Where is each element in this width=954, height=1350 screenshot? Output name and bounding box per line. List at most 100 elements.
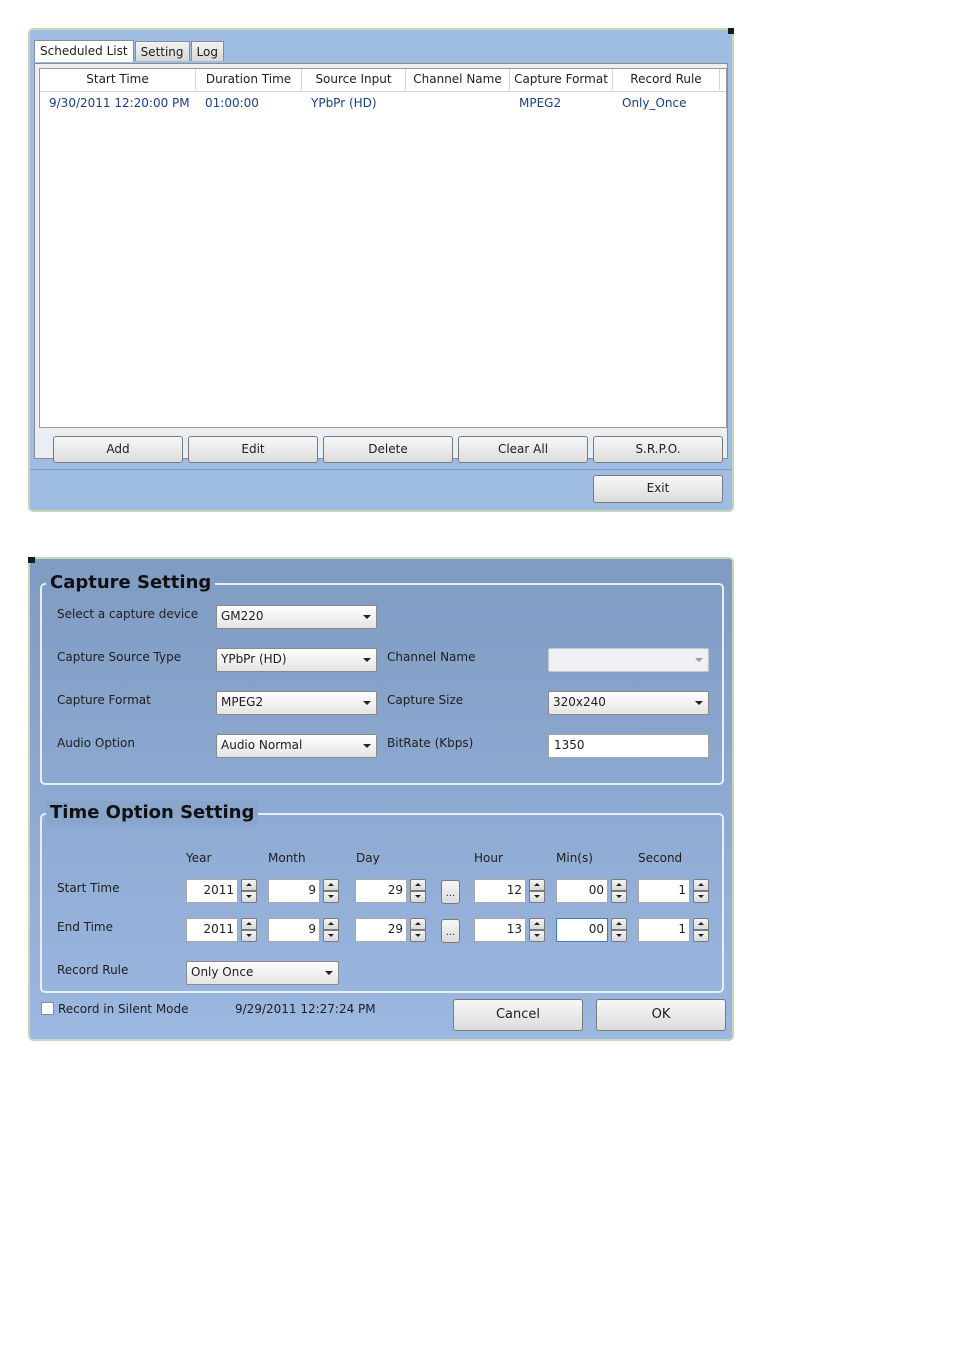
spin-up-icon[interactable]	[323, 918, 339, 930]
start-day-input[interactable]: 29	[355, 879, 407, 903]
column-header-start-time[interactable]: Start Time	[40, 69, 196, 90]
start-month-input[interactable]: 9	[268, 879, 320, 903]
spin-up-icon[interactable]	[611, 879, 627, 891]
silent-mode-label: Record in Silent Mode	[58, 1002, 189, 1016]
end-second-input[interactable]: 1	[638, 918, 690, 942]
start-hour-spinner	[529, 879, 545, 903]
spin-down-icon[interactable]	[241, 891, 257, 903]
table-row[interactable]: 9/30/2011 12:20:00 PM 01:00:00 YPbPr (HD…	[40, 92, 726, 114]
end-day-input[interactable]: 29	[355, 918, 407, 942]
end-year-spinner	[241, 918, 257, 942]
tab-setting[interactable]: Setting	[134, 41, 190, 61]
start-second-input[interactable]: 1	[638, 879, 690, 903]
record-rule-label: Record Rule	[57, 963, 129, 977]
spin-down-icon[interactable]	[693, 930, 709, 942]
end-year-input[interactable]: 2011	[186, 918, 238, 942]
column-header-channel-name[interactable]: Channel Name	[406, 69, 510, 90]
spin-down-icon[interactable]	[529, 930, 545, 942]
capture-format-select[interactable]: MPEG2	[216, 691, 377, 715]
srpo-button[interactable]: S.R.P.O.	[593, 436, 723, 463]
column-header-capture-format[interactable]: Capture Format	[510, 69, 613, 90]
end-month-input[interactable]: 9	[268, 918, 320, 942]
bitrate-input[interactable]: 1350	[548, 734, 709, 758]
start-month-spinner	[323, 879, 339, 903]
spin-up-icon[interactable]	[529, 918, 545, 930]
start-hour-input[interactable]: 12	[474, 879, 526, 903]
chevron-down-icon	[695, 701, 703, 705]
column-header-source-input[interactable]: Source Input	[302, 69, 406, 90]
spin-up-icon[interactable]	[410, 879, 426, 891]
delete-button[interactable]: Delete	[323, 436, 453, 463]
spin-down-icon[interactable]	[611, 891, 627, 903]
clear-all-button[interactable]: Clear All	[458, 436, 588, 463]
end-minute-input[interactable]: 00	[556, 918, 608, 942]
spin-up-icon[interactable]	[529, 879, 545, 891]
capture-source-type-label: Capture Source Type	[57, 650, 182, 664]
capture-source-type-select[interactable]: YPbPr (HD)	[216, 648, 377, 672]
bitrate-label: BitRate (Kbps)	[387, 736, 474, 750]
cancel-button[interactable]: Cancel	[453, 999, 583, 1031]
edit-button[interactable]: Edit	[188, 436, 318, 463]
silent-mode-checkbox[interactable]	[41, 1002, 54, 1015]
tab-bar: Scheduled List Setting Log	[34, 40, 225, 63]
capture-format-label: Capture Format	[57, 693, 151, 707]
tab-log[interactable]: Log	[190, 41, 224, 61]
end-time-label: End Time	[57, 920, 113, 934]
spin-down-icon[interactable]	[611, 930, 627, 942]
spin-down-icon[interactable]	[529, 891, 545, 903]
spin-up-icon[interactable]	[693, 879, 709, 891]
start-day-spinner	[410, 879, 426, 903]
spin-down-icon[interactable]	[410, 930, 426, 942]
audio-option-label: Audio Option	[57, 736, 135, 750]
time-option-group	[40, 813, 724, 993]
capture-size-label: Capture Size	[387, 693, 464, 707]
scheduled-list-window: Scheduled List Setting Log Start Time Du…	[28, 28, 734, 512]
spin-up-icon[interactable]	[693, 918, 709, 930]
scheduled-list-panel: Start Time Duration Time Source Input Ch…	[34, 63, 728, 459]
exit-button[interactable]: Exit	[593, 475, 723, 503]
hour-header: Hour	[474, 851, 503, 865]
spin-up-icon[interactable]	[241, 918, 257, 930]
spin-down-icon[interactable]	[323, 930, 339, 942]
spin-up-icon[interactable]	[241, 879, 257, 891]
add-button[interactable]: Add	[53, 436, 183, 463]
end-date-picker-button[interactable]: ...	[441, 919, 460, 943]
day-header: Day	[356, 851, 380, 865]
start-year-input[interactable]: 2011	[186, 879, 238, 903]
spin-down-icon[interactable]	[323, 891, 339, 903]
start-minute-input[interactable]: 00	[556, 879, 608, 903]
schedule-list[interactable]: Start Time Duration Time Source Input Ch…	[39, 68, 727, 428]
chevron-down-icon	[363, 701, 371, 705]
divider	[30, 469, 732, 470]
audio-option-select[interactable]: Audio Normal	[216, 734, 377, 758]
spin-down-icon[interactable]	[410, 891, 426, 903]
end-hour-input[interactable]: 13	[474, 918, 526, 942]
spin-up-icon[interactable]	[323, 879, 339, 891]
capture-size-value: 320x240	[553, 695, 606, 709]
audio-option-value: Audio Normal	[221, 738, 303, 752]
ok-button[interactable]: OK	[596, 999, 726, 1031]
second-header: Second	[638, 851, 683, 865]
column-header-duration-time[interactable]: Duration Time	[196, 69, 302, 90]
cell-record-rule: Only_Once	[622, 96, 687, 110]
chevron-down-icon	[325, 971, 333, 975]
spin-up-icon[interactable]	[611, 918, 627, 930]
capture-source-type-value: YPbPr (HD)	[221, 652, 287, 666]
record-rule-select[interactable]: Only Once	[186, 961, 339, 985]
chevron-down-icon	[363, 615, 371, 619]
capture-setting-title: Capture Setting	[46, 571, 216, 595]
chevron-down-icon	[363, 658, 371, 662]
column-header-record-rule[interactable]: Record Rule	[613, 69, 720, 90]
end-month-spinner	[323, 918, 339, 942]
capture-format-value: MPEG2	[221, 695, 264, 709]
capture-device-select[interactable]: GM220	[216, 605, 377, 629]
start-date-picker-button[interactable]: ...	[441, 880, 460, 904]
capture-size-select[interactable]: 320x240	[548, 691, 709, 715]
spin-up-icon[interactable]	[410, 918, 426, 930]
spin-down-icon[interactable]	[693, 891, 709, 903]
cell-duration-time: 01:00:00	[205, 96, 259, 110]
month-header: Month	[268, 851, 306, 865]
tab-scheduled-list[interactable]: Scheduled List	[34, 40, 134, 62]
spin-down-icon[interactable]	[241, 930, 257, 942]
record-rule-value: Only Once	[191, 965, 254, 979]
